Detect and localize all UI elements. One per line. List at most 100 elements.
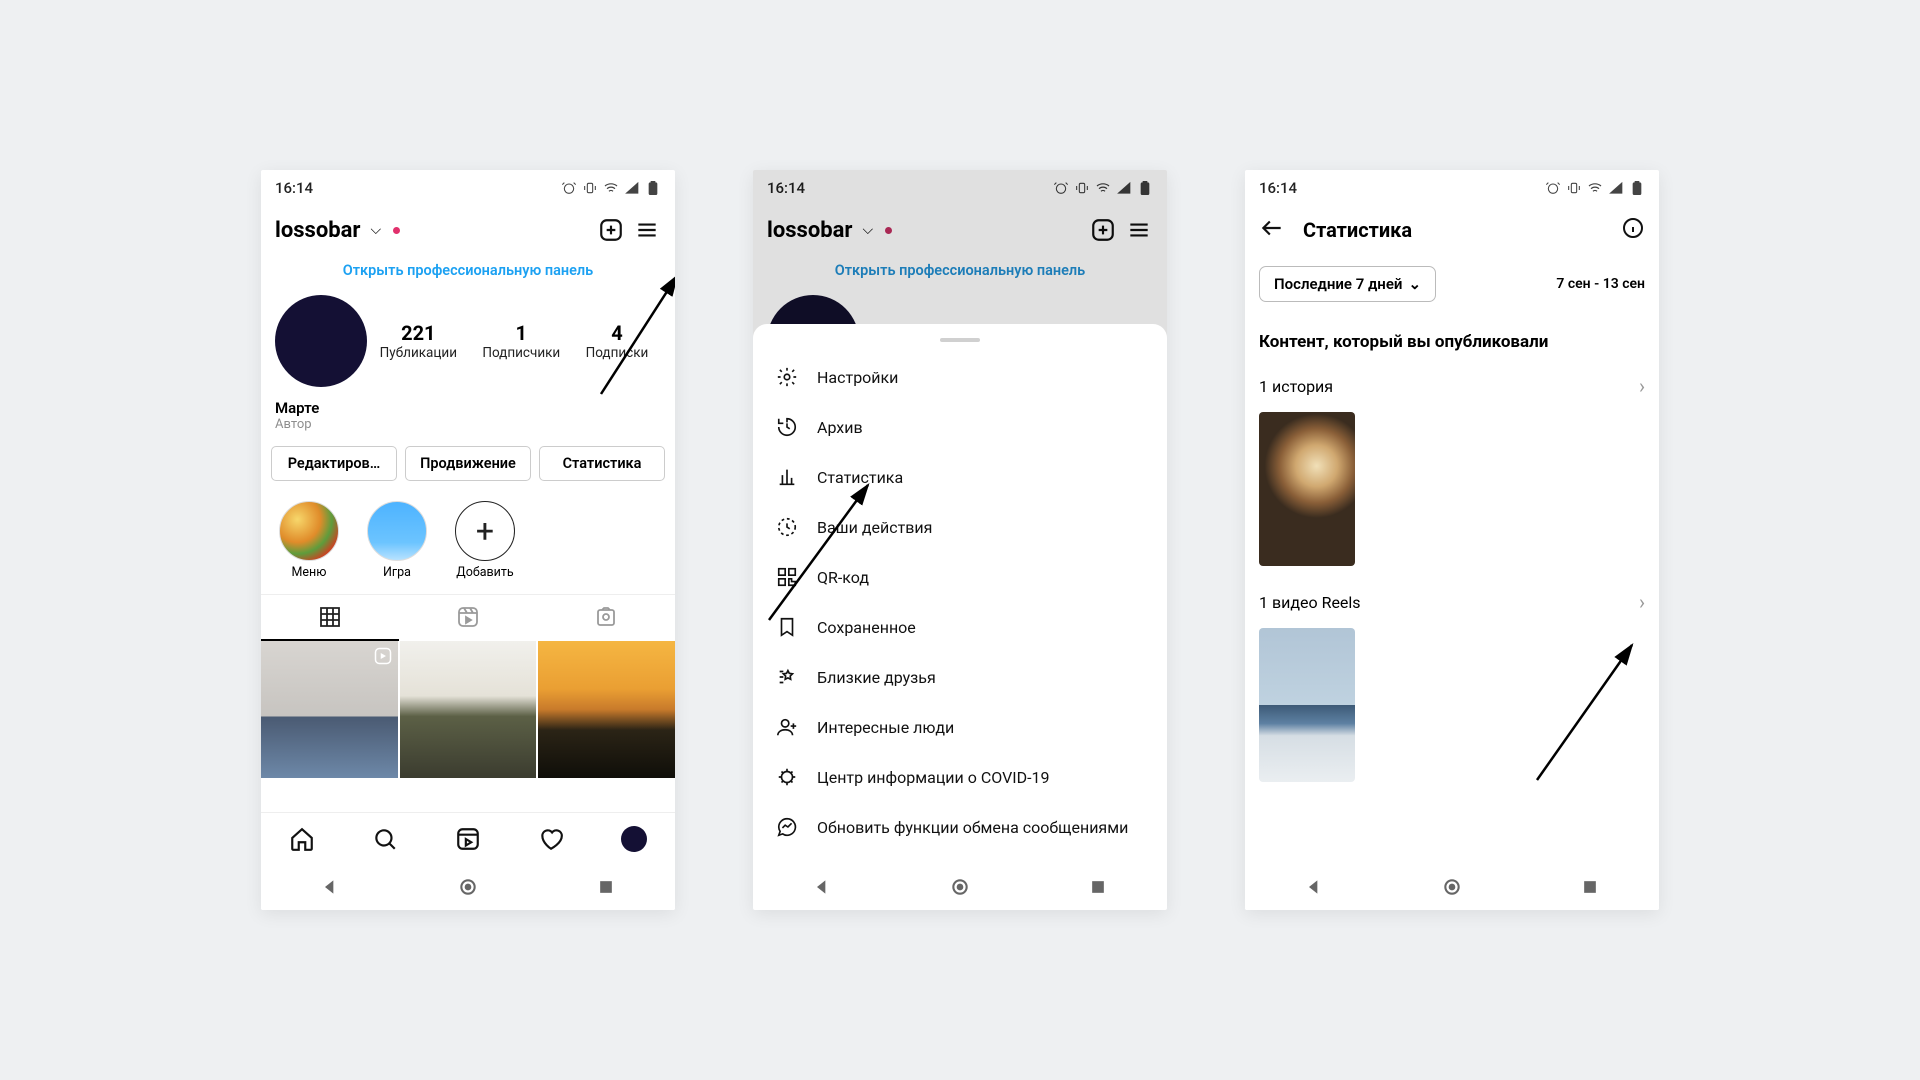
nav-profile[interactable] — [620, 825, 648, 853]
status-time: 16:14 — [275, 179, 313, 197]
archive-icon — [775, 415, 799, 439]
signal-icon — [624, 180, 640, 196]
page-title: Статистика — [1303, 218, 1603, 242]
activity-icon — [775, 515, 799, 539]
period-dropdown[interactable]: Последние 7 дней ⌄ — [1259, 266, 1436, 302]
content-row-reels[interactable]: 1 видео Reels › — [1245, 576, 1659, 622]
qr-icon — [775, 565, 799, 589]
chevron-right-icon: › — [1639, 374, 1645, 398]
sys-back-icon[interactable] — [1304, 877, 1324, 897]
stat-following[interactable]: 4 Подписки — [586, 321, 649, 361]
menu-item-qr[interactable]: QR-код — [753, 552, 1167, 602]
gear-icon — [775, 365, 799, 389]
android-nav — [1245, 864, 1659, 910]
pro-dashboard-link[interactable]: Открыть профессиональную панель — [261, 254, 675, 289]
menu-label: Ваши действия — [817, 518, 932, 537]
menu-item-settings[interactable]: Настройки — [753, 352, 1167, 402]
post-thumbnail[interactable] — [261, 641, 398, 778]
menu-item-messaging[interactable]: Обновить функции обмена сообщениями — [753, 802, 1167, 852]
tab-reels[interactable] — [399, 595, 537, 641]
menu-item-saved[interactable]: Сохраненное — [753, 602, 1167, 652]
sys-recents-icon[interactable] — [1088, 877, 1108, 897]
hamburger-menu-button[interactable] — [633, 216, 661, 244]
arrow-left-icon — [1259, 215, 1285, 241]
vibrate-icon — [582, 180, 598, 196]
chevron-down-icon: ⌄ — [1408, 275, 1421, 293]
sys-home-icon[interactable] — [458, 877, 478, 897]
menu-label: Сохраненное — [817, 618, 916, 637]
back-button[interactable] — [1259, 215, 1285, 245]
bookmark-icon — [775, 615, 799, 639]
status-icons — [561, 180, 661, 196]
tab-tagged[interactable] — [537, 595, 675, 641]
bio: Марте Автор — [261, 393, 675, 432]
content-row-label: 1 история — [1259, 377, 1333, 396]
highlight-add[interactable]: + Добавить — [451, 501, 519, 580]
period-selector-row: Последние 7 дней ⌄ 7 сен - 13 сен — [1245, 254, 1659, 314]
tab-grid[interactable] — [261, 595, 399, 641]
nav-reels[interactable] — [454, 825, 482, 853]
menu-item-archive[interactable]: Архив — [753, 402, 1167, 452]
profile-tabs — [261, 594, 675, 641]
messenger-icon — [775, 815, 799, 839]
sys-recents-icon[interactable] — [1580, 877, 1600, 897]
sys-home-icon[interactable] — [950, 877, 970, 897]
grid-icon — [318, 605, 342, 629]
sys-home-icon[interactable] — [1442, 877, 1462, 897]
stat-followers[interactable]: 1 Подписчики — [482, 321, 560, 361]
list-star-icon — [775, 665, 799, 689]
menu-label: Близкие друзья — [817, 668, 936, 687]
promote-button[interactable]: Продвижение — [405, 446, 531, 481]
display-name: Марте — [275, 399, 661, 417]
edit-profile-button[interactable]: Редактиров… — [271, 446, 397, 481]
posts-grid — [261, 641, 675, 778]
menu-label: Настройки — [817, 368, 898, 387]
reels-thumbnail[interactable] — [1259, 628, 1355, 782]
post-thumbnail[interactable] — [400, 641, 537, 778]
section-title: Контент, который вы опубликовали — [1245, 314, 1659, 360]
menu-bottom-sheet: Настройки Архив Статистика Ваши действия… — [753, 324, 1167, 864]
chevron-right-icon: › — [1639, 590, 1645, 614]
android-nav — [261, 864, 675, 910]
profile-header: lossobar ⌵ — [261, 206, 675, 254]
story-thumbnail[interactable] — [1259, 412, 1355, 566]
profile-buttons: Редактиров… Продвижение Статистика — [261, 432, 675, 491]
content-row-label: 1 видео Reels — [1259, 593, 1361, 612]
avatar[interactable] — [275, 295, 367, 387]
nav-search[interactable] — [371, 825, 399, 853]
stat-posts[interactable]: 221 Публикации — [380, 321, 457, 361]
menu-item-insights[interactable]: Статистика — [753, 452, 1167, 502]
nav-home[interactable] — [288, 825, 316, 853]
signal-icon — [1608, 180, 1624, 196]
sys-back-icon[interactable] — [812, 877, 832, 897]
content-row-story[interactable]: 1 история › — [1245, 360, 1659, 406]
menu-label: Обновить функции обмена сообщениями — [817, 818, 1128, 837]
tagged-icon — [594, 605, 618, 629]
menu-item-activity[interactable]: Ваши действия — [753, 502, 1167, 552]
menu-item-covid[interactable]: Центр информации о COVID-19 — [753, 752, 1167, 802]
menu-label: Архив — [817, 418, 863, 437]
menu-item-close-friends[interactable]: Близкие друзья — [753, 652, 1167, 702]
menu-item-discover[interactable]: Интересные люди — [753, 702, 1167, 752]
sheet-grabber[interactable] — [940, 338, 980, 342]
highlights-row: Меню Игра + Добавить — [261, 491, 675, 586]
chevron-down-icon[interactable]: ⌵ — [370, 222, 381, 238]
sys-recents-icon[interactable] — [596, 877, 616, 897]
sys-back-icon[interactable] — [320, 877, 340, 897]
battery-icon — [1629, 180, 1645, 196]
screen-insights: 16:14 Статистика Последние 7 дней ⌄ 7 се… — [1245, 170, 1659, 910]
info-button[interactable] — [1621, 216, 1645, 244]
insights-button[interactable]: Статистика — [539, 446, 665, 481]
highlight-menu[interactable]: Меню — [275, 501, 343, 580]
reels-icon — [456, 605, 480, 629]
post-thumbnail[interactable] — [538, 641, 675, 778]
search-icon — [372, 826, 398, 852]
reels-icon — [455, 826, 481, 852]
create-button[interactable] — [597, 216, 625, 244]
username[interactable]: lossobar — [275, 218, 360, 243]
nav-activity[interactable] — [537, 825, 565, 853]
menu-label: Интересные люди — [817, 718, 954, 737]
screen-menu-sheet: 16:14 lossobar ⌵ Открыть профессиональну… — [753, 170, 1167, 910]
highlight-game[interactable]: Игра — [363, 501, 431, 580]
notification-dot — [393, 227, 400, 234]
